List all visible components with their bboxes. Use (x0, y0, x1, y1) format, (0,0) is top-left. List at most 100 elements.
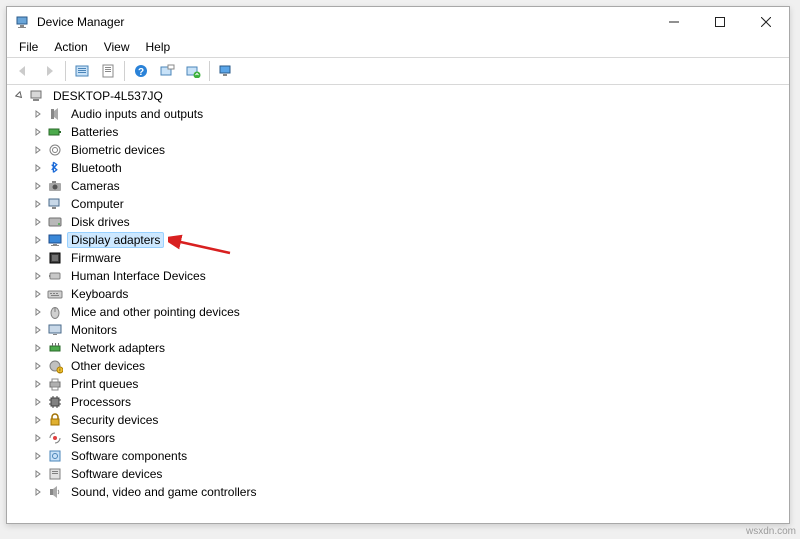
expander-icon[interactable] (31, 485, 45, 499)
tree-item[interactable]: Audio inputs and outputs (9, 105, 789, 123)
expander-icon[interactable] (31, 359, 45, 373)
tree-item[interactable]: Biometric devices (9, 141, 789, 159)
expander-icon[interactable] (31, 287, 45, 301)
tree-root[interactable]: DESKTOP-4L537JQ (9, 87, 789, 105)
tree-item[interactable]: Network adapters (9, 339, 789, 357)
expander-icon[interactable] (31, 125, 45, 139)
printer-icon (47, 376, 63, 392)
tree-item[interactable]: Print queues (9, 375, 789, 393)
expander-icon[interactable] (31, 413, 45, 427)
tree-item[interactable]: Bluetooth (9, 159, 789, 177)
tree-item[interactable]: Batteries (9, 123, 789, 141)
close-button[interactable] (743, 7, 789, 37)
tree-item[interactable]: Disk drives (9, 213, 789, 231)
tree-item[interactable]: Keyboards (9, 285, 789, 303)
menu-file[interactable]: File (11, 39, 46, 55)
expander-icon[interactable] (31, 395, 45, 409)
svg-text:?: ? (138, 67, 144, 78)
tree-item-label: Software components (67, 448, 191, 464)
tree-item[interactable]: !Other devices (9, 357, 789, 375)
properties-button[interactable] (96, 60, 120, 82)
expander-icon[interactable] (31, 467, 45, 481)
expander-icon[interactable] (31, 233, 45, 247)
tree-item[interactable]: Firmware (9, 249, 789, 267)
tree-root-label: DESKTOP-4L537JQ (49, 88, 167, 104)
tree-item[interactable]: Computer (9, 195, 789, 213)
tree-item[interactable]: Monitors (9, 321, 789, 339)
help-button[interactable]: ? (129, 60, 153, 82)
tree-item-label: Cameras (67, 178, 124, 194)
tree-item[interactable]: Human Interface Devices (9, 267, 789, 285)
expander-icon[interactable] (31, 215, 45, 229)
tree-item[interactable]: Security devices (9, 411, 789, 429)
update-driver-button[interactable] (155, 60, 179, 82)
tree-item-label: Sensors (67, 430, 119, 446)
window-controls (651, 7, 789, 37)
device-tree[interactable]: DESKTOP-4L537JQ Audio inputs and outputs… (7, 85, 789, 523)
uninstall-button[interactable] (181, 60, 205, 82)
tree-item-label: Human Interface Devices (67, 268, 210, 284)
tree-item[interactable]: Software devices (9, 465, 789, 483)
maximize-button[interactable] (697, 7, 743, 37)
tree-item[interactable]: Processors (9, 393, 789, 411)
tree-item-label: Network adapters (67, 340, 169, 356)
expander-icon[interactable] (31, 377, 45, 391)
tree-item-label: Audio inputs and outputs (67, 106, 207, 122)
tree-item-label: Disk drives (67, 214, 134, 230)
display-icon (47, 232, 63, 248)
app-icon (15, 14, 31, 30)
tree-item-label: Sound, video and game controllers (67, 484, 260, 500)
toolbar-separator (209, 61, 210, 81)
tree-item-label: Other devices (67, 358, 149, 374)
toolbar-separator (124, 61, 125, 81)
expander-icon[interactable] (31, 269, 45, 283)
battery-icon (47, 124, 63, 140)
menu-help[interactable]: Help (138, 39, 179, 55)
minimize-button[interactable] (651, 7, 697, 37)
menu-action[interactable]: Action (46, 39, 95, 55)
tree-item-label: Processors (67, 394, 135, 410)
tree-item[interactable]: Mice and other pointing devices (9, 303, 789, 321)
expander-icon[interactable] (31, 323, 45, 337)
tree-item[interactable]: Sound, video and game controllers (9, 483, 789, 501)
tree-item[interactable]: Cameras (9, 177, 789, 195)
mouse-icon (47, 304, 63, 320)
tree-item-label: Monitors (67, 322, 121, 338)
toolbar: ? (7, 57, 789, 85)
expander-icon[interactable] (31, 179, 45, 193)
hid-icon (47, 268, 63, 284)
watermark: wsxdn.com (746, 526, 796, 537)
expander-icon[interactable] (31, 251, 45, 265)
tree-item-label: Batteries (67, 124, 122, 140)
expander-icon[interactable] (31, 143, 45, 157)
expander-icon[interactable] (31, 431, 45, 445)
network-icon (47, 340, 63, 356)
back-button (11, 60, 35, 82)
tree-item[interactable]: Software components (9, 447, 789, 465)
window-title: Device Manager (37, 15, 651, 29)
expander-icon[interactable] (13, 89, 27, 103)
sensor-icon (47, 430, 63, 446)
tree-item[interactable]: Display adapters (9, 231, 789, 249)
expander-icon[interactable] (31, 449, 45, 463)
camera-icon (47, 178, 63, 194)
menu-view[interactable]: View (96, 39, 138, 55)
firmware-icon (47, 250, 63, 266)
expander-icon[interactable] (31, 305, 45, 319)
expander-icon[interactable] (31, 107, 45, 121)
audio-icon (47, 106, 63, 122)
software2-icon (47, 466, 63, 482)
show-hidden-button[interactable] (70, 60, 94, 82)
sound-icon (47, 484, 63, 500)
security-icon (47, 412, 63, 428)
menubar: File Action View Help (7, 37, 789, 57)
expander-icon[interactable] (31, 341, 45, 355)
expander-icon[interactable] (31, 197, 45, 211)
biometric-icon (47, 142, 63, 158)
scan-hardware-button[interactable] (214, 60, 238, 82)
monitor-icon (47, 322, 63, 338)
tree-item-label: Firmware (67, 250, 125, 266)
tree-item-label: Computer (67, 196, 128, 212)
expander-icon[interactable] (31, 161, 45, 175)
tree-item[interactable]: Sensors (9, 429, 789, 447)
